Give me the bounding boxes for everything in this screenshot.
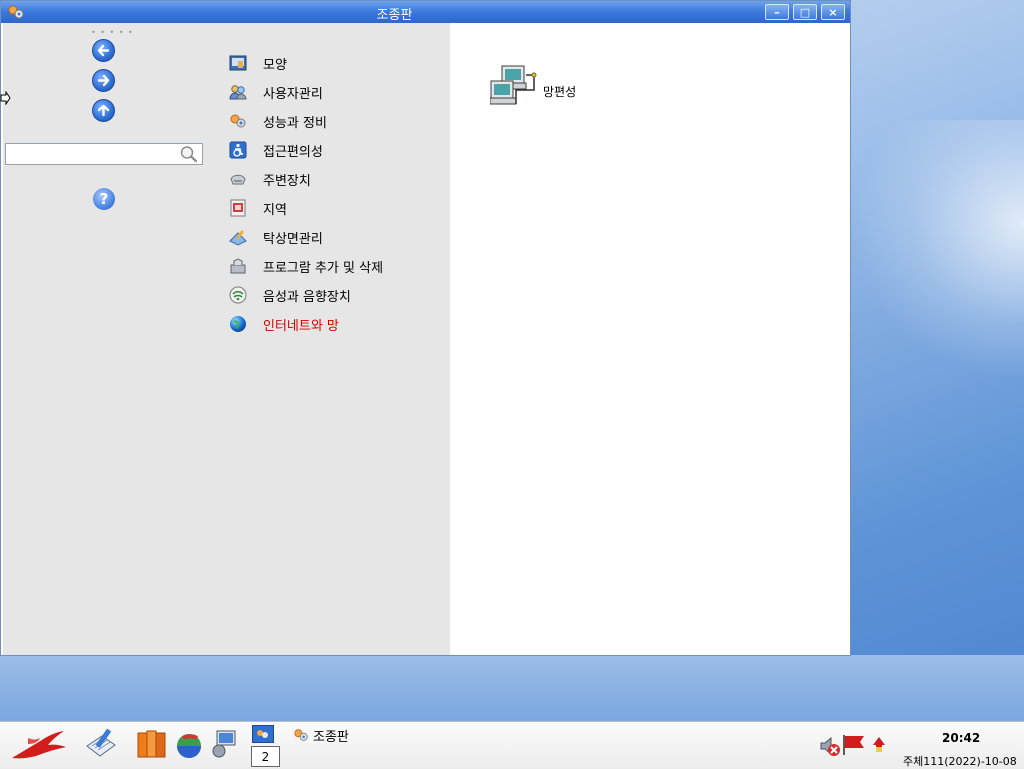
desktop-wallpaper-wave [850, 120, 1024, 380]
category-label: 인터네트와 망 [263, 318, 339, 334]
up-button[interactable] [92, 99, 115, 122]
web-browser-icon[interactable] [175, 732, 203, 760]
category-accessibility[interactable]: 접근편의성 [229, 139, 323, 161]
category-desktop-management[interactable]: 탁상면관리 [229, 226, 323, 248]
arrow-up-icon [97, 104, 110, 117]
category-label: 성능과 정비 [263, 115, 327, 131]
control-panel-icon [294, 729, 308, 741]
maximize-button[interactable]: □ [793, 4, 817, 20]
minimize-button[interactable]: – [765, 4, 789, 20]
help-icon: ? [99, 190, 109, 208]
volume-muted-icon[interactable] [818, 734, 842, 758]
workspace-pager[interactable]: 2 [251, 746, 280, 767]
arrow-right-icon [97, 74, 110, 87]
network-config-item[interactable]: 망편성 [490, 63, 610, 123]
system-tools-icon[interactable] [211, 729, 239, 759]
search-input[interactable] [5, 143, 203, 165]
category-label: 접근편의성 [263, 144, 323, 160]
desktop-wallpaper [0, 655, 1024, 721]
sidebar: • • • • • ? 모양 사용자관리 성능과 정비 접근편의성 주변장치 지… [3, 23, 450, 655]
forward-button[interactable] [92, 69, 115, 92]
category-internet-network[interactable]: 인터네트와 망 [229, 313, 339, 335]
date: 주체111(2022)-10-08 [903, 755, 1017, 768]
network-config-label: 망편성 [543, 85, 577, 99]
desktop-icon [229, 230, 247, 246]
back-button[interactable] [92, 39, 115, 62]
category-appearance[interactable]: 모양 [229, 52, 287, 74]
flag-icon[interactable] [842, 734, 868, 756]
performance-icon [230, 114, 246, 128]
category-label: 주변장치 [263, 173, 311, 189]
programs-icon [230, 258, 246, 274]
search-icon[interactable] [179, 145, 199, 163]
category-user-management[interactable]: 사용자관리 [229, 81, 323, 103]
start-menu-icon[interactable] [8, 728, 70, 762]
grip-handle-icon[interactable]: • • • • • [91, 28, 134, 37]
region-icon [230, 199, 246, 217]
task-label: 조종판 [313, 729, 349, 745]
control-panel-window: 조종판 – □ × • • • • • ? 모양 사용자관리 성능과 정비 접근… [0, 0, 851, 656]
category-label: 모양 [263, 57, 287, 73]
sound-icon [229, 286, 247, 304]
window-title: 조종판 [376, 8, 413, 23]
category-add-remove-programs[interactable]: 프로그람 추가 및 삭제 [229, 255, 383, 277]
peripherals-icon [230, 174, 246, 185]
arrow-left-icon [97, 44, 110, 57]
category-label: 프로그람 추가 및 삭제 [263, 260, 384, 276]
tray-status-icon[interactable] [871, 736, 887, 754]
close-button[interactable]: × [821, 4, 845, 20]
users-icon [229, 85, 247, 100]
category-peripherals[interactable]: 주변장치 [229, 168, 311, 190]
office-suite-icon[interactable] [136, 729, 168, 761]
category-performance[interactable]: 성능과 정비 [229, 110, 327, 132]
accessibility-icon [229, 141, 247, 159]
title-bar[interactable]: 조종판 – □ × [1, 1, 850, 23]
category-label: 지역 [263, 202, 287, 218]
workspace-thumbnail-icon[interactable] [252, 725, 274, 743]
internet-icon [230, 316, 246, 332]
text-editor-icon[interactable] [84, 726, 118, 760]
category-region[interactable]: 지역 [229, 197, 287, 219]
search-field[interactable] [8, 145, 182, 165]
help-button[interactable]: ? [93, 188, 115, 210]
clock[interactable]: 20:42 [942, 731, 980, 745]
category-label: 탁상면관리 [263, 231, 323, 247]
mouse-cursor-icon [0, 91, 11, 105]
network-computers-icon [490, 65, 537, 105]
category-sound[interactable]: 음성과 음향장치 [229, 284, 351, 306]
content-pane: 망편성 [450, 23, 850, 655]
category-label: 음성과 음향장치 [263, 289, 351, 305]
category-label: 사용자관리 [263, 86, 323, 102]
taskbar-task-control-panel[interactable]: 조종판 [293, 726, 349, 745]
taskbar: 2 조종판 20:42 주체111(2022)-10-08 [0, 721, 1024, 769]
appearance-icon [229, 55, 247, 71]
